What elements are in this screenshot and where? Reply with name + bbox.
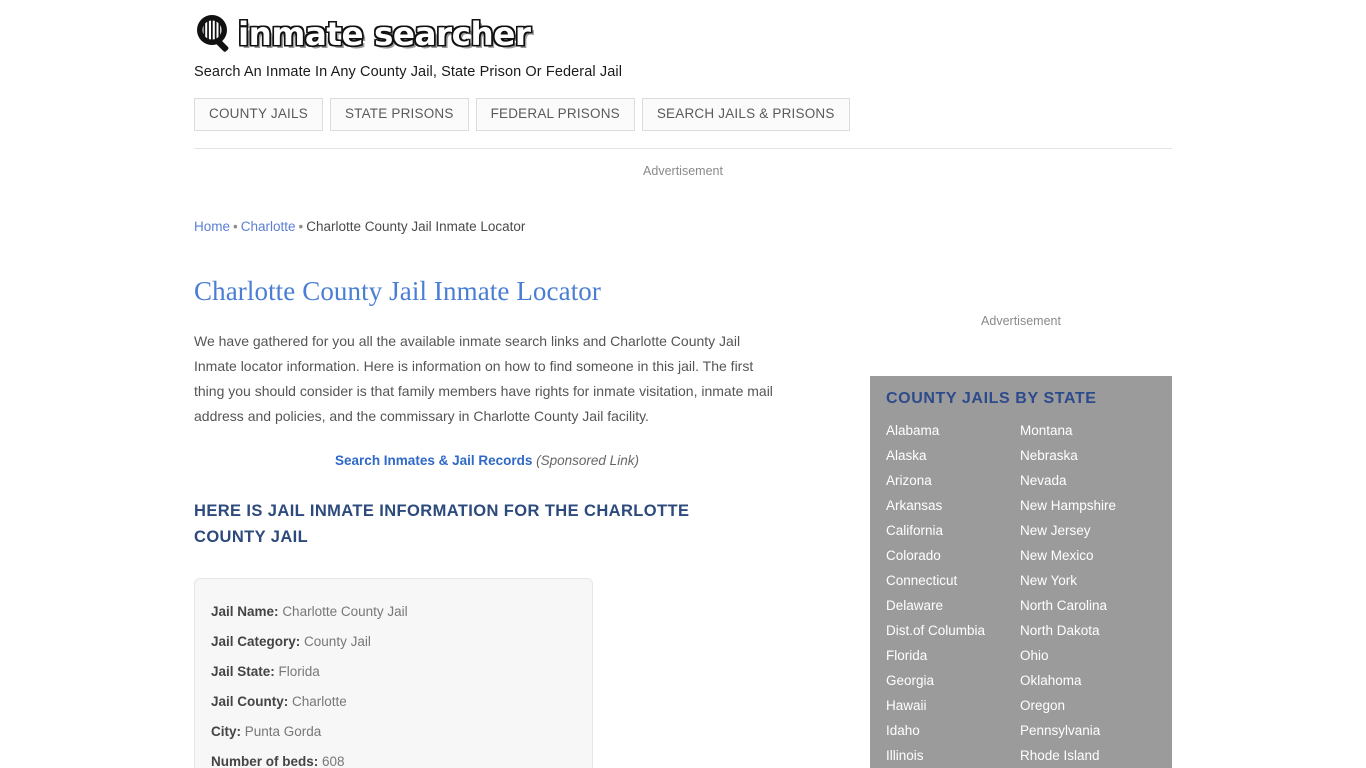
logo-text: inmate searcher bbox=[238, 15, 531, 53]
info-label: City: bbox=[211, 724, 241, 740]
intro-paragraph: We have gathered for you all the availab… bbox=[194, 333, 773, 425]
info-row: Jail Name: Charlotte County Jail bbox=[211, 597, 576, 627]
page-title: Charlotte County Jail Inmate Locator bbox=[194, 276, 601, 306]
sidebar-item-connecticut[interactable]: Connecticut bbox=[886, 568, 1020, 593]
magnifier-jail-icon bbox=[194, 13, 236, 55]
header-divider bbox=[194, 148, 1172, 149]
nav-item-county-jails[interactable]: COUNTY JAILS bbox=[194, 98, 323, 131]
breadcrumb-home[interactable]: Home bbox=[194, 219, 230, 234]
sidebar-item-rhode-island[interactable]: Rhode Island bbox=[1020, 743, 1156, 768]
sidebar-item-dist-of-columbia[interactable]: Dist.of Columbia bbox=[886, 618, 1020, 643]
info-value: Punta Gorda bbox=[244, 724, 322, 740]
sponsored-search-link[interactable]: Search Inmates & Jail Records bbox=[335, 453, 532, 468]
info-value: 608 bbox=[322, 754, 345, 768]
sidebar-title: COUNTY JAILS BY STATE bbox=[886, 390, 1097, 407]
info-value: Florida bbox=[278, 664, 320, 680]
jail-info-box: Jail Name: Charlotte County Jail Jail Ca… bbox=[194, 578, 593, 768]
info-label: Number of beds: bbox=[211, 754, 319, 768]
nav-item-federal-prisons[interactable]: FEDERAL PRISONS bbox=[475, 98, 635, 131]
sidebar-item-california[interactable]: California bbox=[886, 518, 1020, 543]
info-label: Jail State: bbox=[211, 664, 275, 680]
breadcrumb-separator: • bbox=[233, 219, 238, 234]
sidebar-item-oklahoma[interactable]: Oklahoma bbox=[1020, 668, 1156, 693]
nav-item-search-jails-prisons[interactable]: SEARCH JAILS & PRISONS bbox=[641, 98, 850, 131]
info-row: Number of beds: 608 bbox=[211, 747, 576, 768]
sidebar-item-arkansas[interactable]: Arkansas bbox=[886, 493, 1020, 518]
info-value: Charlotte County Jail bbox=[282, 604, 408, 620]
sidebar-item-nebraska[interactable]: Nebraska bbox=[1020, 443, 1156, 468]
state-links-grid: Alabama Montana Alaska Nebraska Arizona … bbox=[886, 418, 1156, 768]
sidebar-item-pennsylvania[interactable]: Pennsylvania bbox=[1020, 718, 1156, 743]
sidebar-item-idaho[interactable]: Idaho bbox=[886, 718, 1020, 743]
info-row: City: Punta Gorda bbox=[211, 717, 576, 747]
sidebar-item-delaware[interactable]: Delaware bbox=[886, 593, 1020, 618]
sidebar-item-new-mexico[interactable]: New Mexico bbox=[1020, 543, 1156, 568]
sidebar-item-new-hampshire[interactable]: New Hampshire bbox=[1020, 493, 1156, 518]
page-root: inmate searcher Search An Inmate In Any … bbox=[0, 0, 1366, 768]
sidebar-county-jails-by-state: COUNTY JAILS BY STATE Alabama Montana Al… bbox=[870, 376, 1172, 768]
sidebar-item-oregon[interactable]: Oregon bbox=[1020, 693, 1156, 718]
section-heading: HERE IS JAIL INMATE INFORMATION FOR THE … bbox=[194, 502, 690, 547]
site-header: inmate searcher Search An Inmate In Any … bbox=[194, 12, 1172, 80]
nav-item-state-prisons[interactable]: STATE PRISONS bbox=[329, 98, 469, 131]
sponsored-link-row: Search Inmates & Jail Records (Sponsored… bbox=[194, 453, 780, 468]
sidebar-item-ohio[interactable]: Ohio bbox=[1020, 643, 1156, 668]
top-advertisement-label: Advertisement bbox=[643, 164, 723, 178]
sidebar-item-arizona[interactable]: Arizona bbox=[886, 468, 1020, 493]
info-value: County Jail bbox=[304, 634, 371, 650]
breadcrumb-county[interactable]: Charlotte bbox=[241, 219, 296, 234]
sidebar-item-hawaii[interactable]: Hawaii bbox=[886, 693, 1020, 718]
sponsored-note: (Sponsored Link) bbox=[536, 453, 639, 469]
breadcrumb-current: Charlotte County Jail Inmate Locator bbox=[306, 219, 526, 234]
sidebar-item-alaska[interactable]: Alaska bbox=[886, 443, 1020, 468]
sidebar-item-north-carolina[interactable]: North Carolina bbox=[1020, 593, 1156, 618]
sidebar-item-nevada[interactable]: Nevada bbox=[1020, 468, 1156, 493]
sidebar-item-new-jersey[interactable]: New Jersey bbox=[1020, 518, 1156, 543]
info-row: Jail Category: County Jail bbox=[211, 627, 576, 657]
sidebar-item-georgia[interactable]: Georgia bbox=[886, 668, 1020, 693]
info-row: Jail State: Florida bbox=[211, 657, 576, 687]
sidebar-item-montana[interactable]: Montana bbox=[1020, 418, 1156, 443]
info-label: Jail Category: bbox=[211, 634, 301, 650]
info-label: Jail County: bbox=[211, 694, 289, 710]
sidebar-item-illinois[interactable]: Illinois bbox=[886, 743, 1020, 768]
side-advertisement-label: Advertisement bbox=[981, 314, 1061, 328]
info-row: Jail County: Charlotte bbox=[211, 687, 576, 717]
breadcrumb-separator: • bbox=[298, 219, 304, 234]
breadcrumb: Home • Charlotte • Charlotte County Jail Inm… bbox=[194, 218, 814, 236]
main-content: Home • Charlotte • Charlotte County Jail Inm… bbox=[194, 218, 814, 768]
sidebar-item-florida[interactable]: Florida bbox=[886, 643, 1020, 668]
logo[interactable]: inmate searcher bbox=[194, 12, 1172, 56]
site-tagline: Search An Inmate In Any County Jail, Sta… bbox=[194, 64, 623, 80]
sidebar-item-north-dakota[interactable]: North Dakota bbox=[1020, 618, 1156, 643]
info-label: Jail Name: bbox=[211, 604, 279, 620]
sidebar-item-new-york[interactable]: New York bbox=[1020, 568, 1156, 593]
main-navigation: COUNTY JAILS STATE PRISONS FEDERAL PRISO… bbox=[194, 98, 850, 131]
sidebar-item-alabama[interactable]: Alabama bbox=[886, 418, 1020, 443]
info-value: Charlotte bbox=[292, 694, 347, 710]
sidebar-item-colorado[interactable]: Colorado bbox=[886, 543, 1020, 568]
